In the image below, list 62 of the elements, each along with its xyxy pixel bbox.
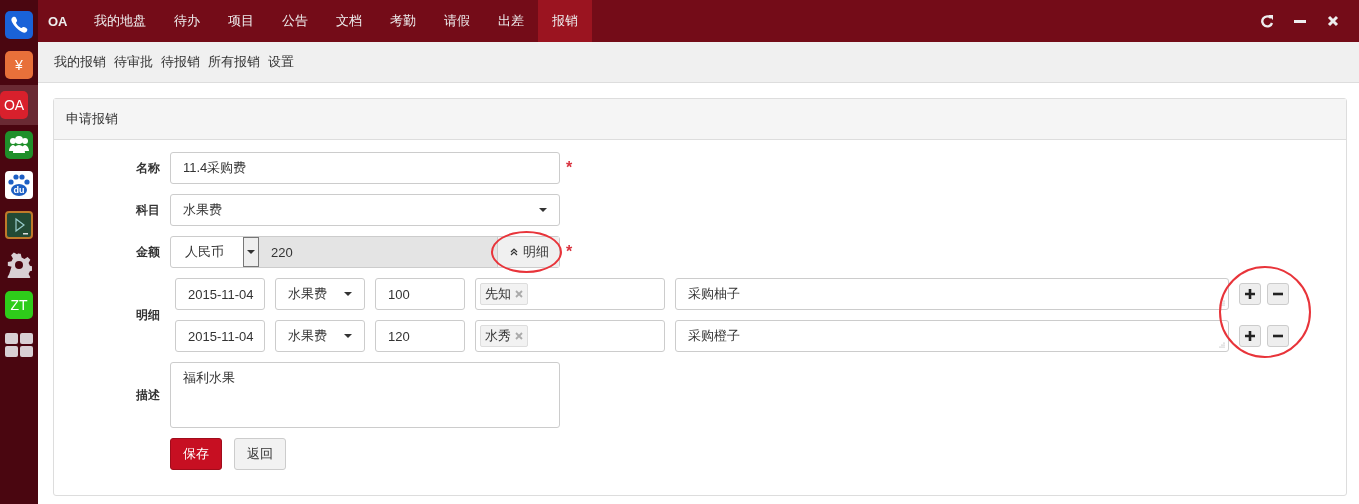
person-tag: 先知 — [480, 283, 528, 305]
nav-tab[interactable]: 出差 — [483, 0, 538, 42]
plus-icon — [1245, 331, 1255, 341]
close-icon[interactable] — [1326, 14, 1340, 28]
field-label: 名称 — [135, 159, 161, 177]
required-mark: * — [566, 243, 573, 261]
amount-input[interactable]: 120 — [375, 320, 465, 352]
field-label: 描述 — [135, 386, 161, 404]
sub-nav-link[interactable]: 待审批 — [114, 53, 153, 71]
sub-nav-link[interactable]: 设置 — [268, 53, 294, 71]
nav-tab[interactable]: 待办 — [159, 0, 214, 42]
grid-icon — [5, 333, 33, 357]
add-row-button[interactable] — [1239, 325, 1261, 347]
date-input[interactable]: 2015-11-04 — [175, 278, 265, 310]
sub-nav-link[interactable]: 所有报销 — [208, 53, 260, 71]
phone-icon — [5, 11, 33, 39]
subject-select[interactable]: 水果费 — [275, 320, 365, 352]
note-textarea[interactable]: 采购柚子 — [675, 278, 1229, 310]
app-icon: ZT — [5, 291, 33, 319]
nav-tab[interactable]: 报销 — [537, 0, 592, 42]
subject-select[interactable]: 水果费 — [275, 278, 365, 310]
field-label: 明细 — [135, 306, 161, 324]
people-input[interactable]: 先知 — [475, 278, 665, 310]
subject-select[interactable]: 水果费 — [170, 194, 560, 226]
panel-title: 申请报销 — [66, 110, 118, 128]
remove-row-button[interactable] — [1267, 325, 1289, 347]
field-label: 金额 — [135, 243, 161, 261]
nav-tab[interactable]: 公告 — [267, 0, 322, 42]
required-mark: * — [566, 159, 573, 177]
nav-tab[interactable]: 项目 — [213, 0, 268, 42]
gear-icon — [6, 252, 32, 278]
sub-nav-link[interactable]: 待报销 — [161, 53, 200, 71]
people-icon — [5, 131, 33, 159]
caret-icon — [539, 208, 547, 212]
date-input[interactable]: 2015-11-04 — [175, 320, 265, 352]
field-label: 科目 — [135, 201, 161, 219]
nav-tab[interactable]: 我的地盘 — [79, 0, 160, 42]
dock-item[interactable]: du — [0, 165, 38, 205]
person-tag: 水秀 — [480, 325, 528, 347]
remove-row-button[interactable] — [1267, 283, 1289, 305]
note-textarea[interactable]: 采购橙子 — [675, 320, 1229, 352]
nav-tab[interactable]: 考勤 — [375, 0, 430, 42]
play-board-icon — [5, 211, 33, 239]
caret-icon — [344, 334, 352, 338]
refresh-icon[interactable] — [1260, 14, 1274, 28]
back-button[interactable]: 返回 — [234, 438, 286, 470]
description-textarea[interactable]: 福利水果 — [170, 362, 560, 428]
amount-input[interactable]: 100 — [375, 278, 465, 310]
nav-tab[interactable]: 文档 — [321, 0, 376, 42]
plus-icon — [1245, 289, 1255, 299]
people-input[interactable]: 水秀 — [475, 320, 665, 352]
brand-label[interactable]: OA — [38, 13, 80, 29]
caret-icon — [344, 292, 352, 296]
nav-tab[interactable]: 请假 — [429, 0, 484, 42]
save-button[interactable]: 保存 — [170, 438, 222, 470]
name-input[interactable]: 11.4采购费 — [170, 152, 560, 184]
sub-nav-link[interactable]: 我的报销 — [54, 53, 106, 71]
app-icon: OA — [0, 91, 28, 119]
add-row-button[interactable] — [1239, 283, 1261, 305]
dock-item[interactable]: OA — [0, 85, 38, 125]
app-icon: ¥ — [5, 51, 33, 79]
paw-logo: du — [5, 171, 33, 199]
